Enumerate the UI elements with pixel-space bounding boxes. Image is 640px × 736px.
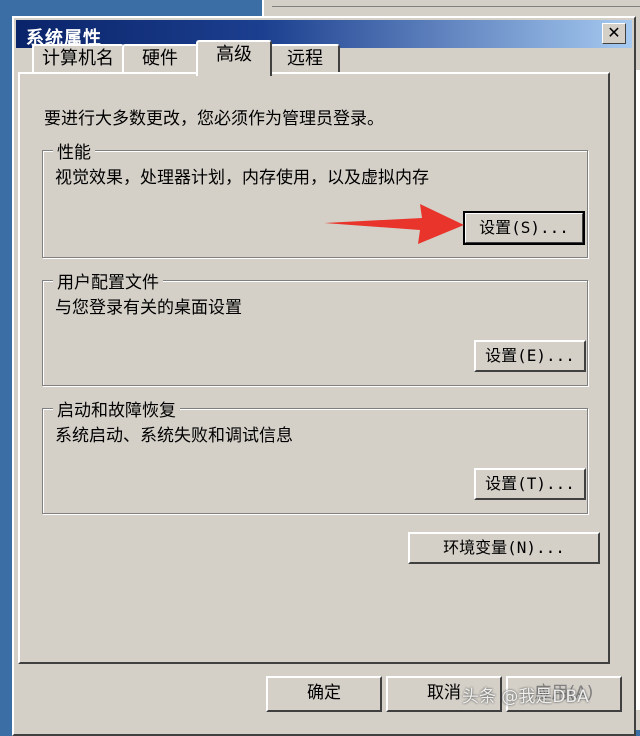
button-label: 确定	[307, 683, 341, 703]
close-icon: ✕	[607, 23, 621, 42]
performance-title: 性能	[53, 138, 95, 163]
tab-label: 计算机名	[42, 48, 114, 69]
performance-description: 视觉效果，处理器计划，内存使用，以及虚拟内存	[55, 168, 429, 188]
close-button[interactable]: ✕	[602, 23, 626, 44]
tab-advanced[interactable]: 高级	[196, 40, 272, 76]
user-profiles-description: 与您登录有关的桌面设置	[55, 298, 242, 318]
startup-recovery-settings-button[interactable]: 设置(T)...	[474, 468, 586, 500]
background-window-title	[272, 0, 640, 7]
tab-remote[interactable]: 远程	[270, 44, 340, 72]
performance-settings-button[interactable]: 设置(S)...	[464, 212, 584, 244]
tab-hardware[interactable]: 硬件	[122, 44, 198, 72]
button-label: 设置(S)...	[479, 218, 569, 237]
startup-recovery-title: 启动和故障恢复	[53, 396, 180, 421]
tab-label: 高级	[216, 44, 252, 65]
user-profiles-title: 用户配置文件	[53, 268, 163, 293]
environment-variables-button[interactable]: 环境变量(N)...	[408, 532, 600, 564]
button-label: 设置(T)...	[485, 474, 575, 493]
button-label: 取消	[427, 683, 461, 703]
admin-notice: 要进行大多数更改，您必须作为管理员登录。	[44, 109, 384, 129]
tab-label: 远程	[287, 48, 323, 69]
ok-button[interactable]: 确定	[266, 676, 382, 712]
watermark: 头条 @我是DBA	[462, 687, 589, 707]
button-label: 环境变量(N)...	[443, 538, 565, 557]
tab-computer-name[interactable]: 计算机名	[32, 44, 124, 72]
user-profiles-settings-button[interactable]: 设置(E)...	[474, 340, 586, 372]
button-label: 设置(E)...	[485, 346, 575, 365]
red-arrow-annotation	[324, 204, 464, 244]
startup-recovery-description: 系统启动、系统失败和调试信息	[55, 426, 293, 446]
tab-label: 硬件	[142, 48, 178, 69]
